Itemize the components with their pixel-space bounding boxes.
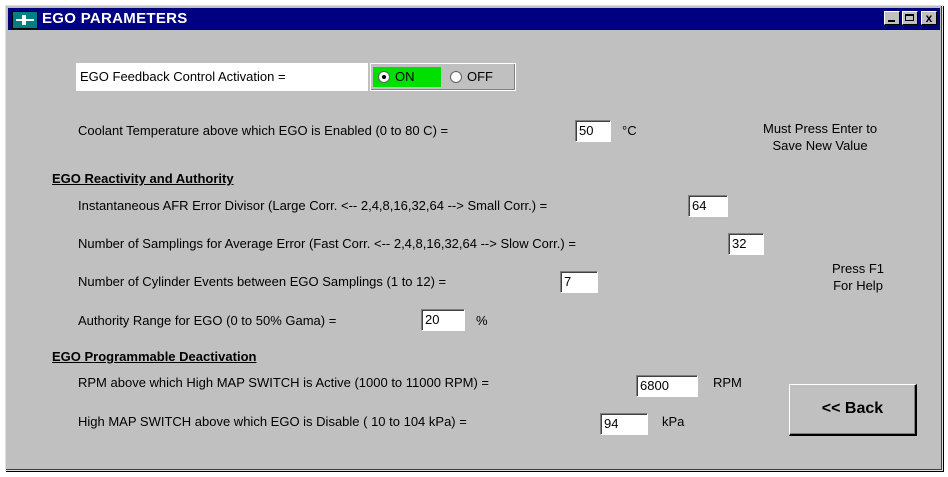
radio-on[interactable]: ON xyxy=(373,67,441,87)
cylinder-events-label: Number of Cylinder Events between EGO Sa… xyxy=(78,274,447,289)
samplings-label: Number of Samplings for Average Error (F… xyxy=(78,236,576,251)
radio-unselected-icon xyxy=(450,71,462,83)
authority-label: Authority Range for EGO (0 to 50% Gama) … xyxy=(78,313,337,328)
close-icon: x xyxy=(925,11,933,25)
help-note: Press F1 For Help xyxy=(832,260,884,294)
authority-input[interactable]: 20 xyxy=(421,309,465,331)
map-input[interactable]: 94 xyxy=(600,413,648,435)
coolant-temp-input[interactable]: 50 xyxy=(575,120,611,142)
title-bar[interactable]: EGO PARAMETERS x xyxy=(8,8,940,30)
help-note-line1: Press F1 xyxy=(832,261,885,276)
authority-unit: % xyxy=(476,313,488,328)
radio-off-label: OFF xyxy=(467,69,493,84)
enter-note: Must Press Enter to Save New Value xyxy=(763,120,877,154)
app-icon[interactable] xyxy=(12,11,38,29)
rpm-unit: RPM xyxy=(713,375,742,390)
maximize-button[interactable] xyxy=(902,11,918,25)
map-unit: kPa xyxy=(662,414,685,429)
back-button[interactable]: << Back xyxy=(789,384,917,436)
enter-note-line2: Save New Value xyxy=(772,138,868,153)
rpm-label: RPM above which High MAP SWITCH is Activ… xyxy=(78,375,489,390)
enter-note-line1: Must Press Enter to xyxy=(763,121,878,136)
rpm-input[interactable]: 6800 xyxy=(636,375,698,397)
coolant-temp-label: Coolant Temperature above which EGO is E… xyxy=(78,123,449,138)
coolant-temp-unit: °C xyxy=(622,123,637,138)
radio-selected-icon xyxy=(378,71,390,83)
ego-activation-label: EGO Feedback Control Activation = xyxy=(76,63,368,91)
radio-off[interactable]: OFF xyxy=(445,67,511,87)
afr-divisor-label: Instantaneous AFR Error Divisor (Large C… xyxy=(78,198,548,213)
deactivation-heading: EGO Programmable Deactivation xyxy=(52,349,257,364)
cylinder-events-input[interactable]: 7 xyxy=(560,271,598,293)
window-title: EGO PARAMETERS xyxy=(42,10,188,27)
reactivity-heading: EGO Reactivity and Authority xyxy=(52,171,234,186)
minimize-button[interactable] xyxy=(884,11,900,25)
samplings-input[interactable]: 32 xyxy=(728,233,764,255)
ego-activation-radio-group: ON OFF xyxy=(370,63,516,91)
radio-on-label: ON xyxy=(395,69,415,84)
close-button[interactable]: x xyxy=(921,11,937,25)
map-label: High MAP SWITCH above which EGO is Disab… xyxy=(78,414,467,429)
help-note-line2: For Help xyxy=(833,278,883,293)
afr-divisor-input[interactable]: 64 xyxy=(688,195,728,217)
